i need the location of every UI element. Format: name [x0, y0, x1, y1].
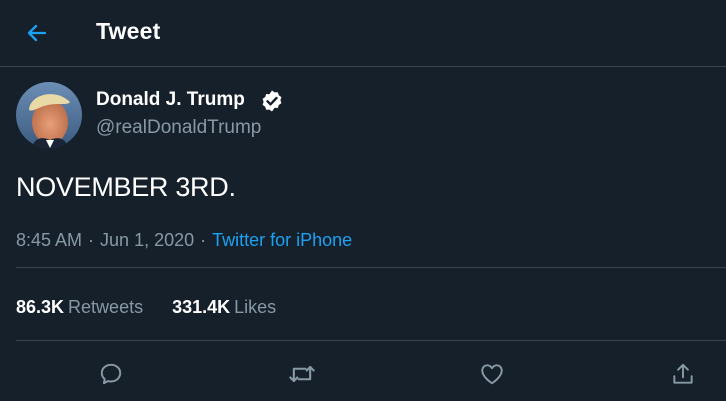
tweet-stats: 86.3K Retweets 331.4K Likes: [16, 297, 300, 318]
retweets-label: Retweets: [68, 297, 144, 317]
retweet-button[interactable]: [284, 356, 320, 392]
reply-button[interactable]: [93, 356, 129, 392]
retweet-icon: [289, 365, 315, 383]
reply-icon: [100, 363, 122, 385]
tweet-text: NOVEMBER 3RD.: [16, 172, 236, 202]
verified-badge-icon: [262, 90, 282, 112]
likes-label: Likes: [234, 297, 277, 317]
meta-separator: ·: [88, 230, 95, 250]
like-button[interactable]: [474, 356, 510, 392]
likes-count: 331.4K: [172, 297, 231, 317]
retweets-stat[interactable]: 86.3K Retweets: [16, 297, 143, 317]
back-button[interactable]: [18, 14, 56, 52]
divider: [16, 340, 726, 341]
share-icon: [673, 363, 693, 384]
tweet-meta: 8:45 AM · Jun 1, 2020 · Twitter for iPhone: [16, 230, 352, 251]
meta-separator: ·: [200, 230, 207, 250]
likes-stat[interactable]: 331.4K Likes: [172, 297, 276, 317]
tweet-time[interactable]: 8:45 AM: [16, 230, 82, 250]
back-arrow-icon: [27, 24, 47, 42]
display-name[interactable]: Donald J. Trump: [96, 89, 245, 111]
share-button[interactable]: [665, 356, 701, 392]
tweet-date[interactable]: Jun 1, 2020: [100, 230, 194, 250]
page-title: Tweet: [96, 18, 161, 44]
divider: [16, 267, 726, 268]
retweets-count: 86.3K: [16, 297, 65, 317]
header-bar: Tweet: [0, 0, 726, 67]
avatar[interactable]: [16, 82, 82, 148]
like-icon: [481, 364, 503, 385]
tweet-source-link[interactable]: Twitter for iPhone: [212, 230, 352, 250]
user-handle[interactable]: @realDonaldTrump: [96, 117, 261, 139]
